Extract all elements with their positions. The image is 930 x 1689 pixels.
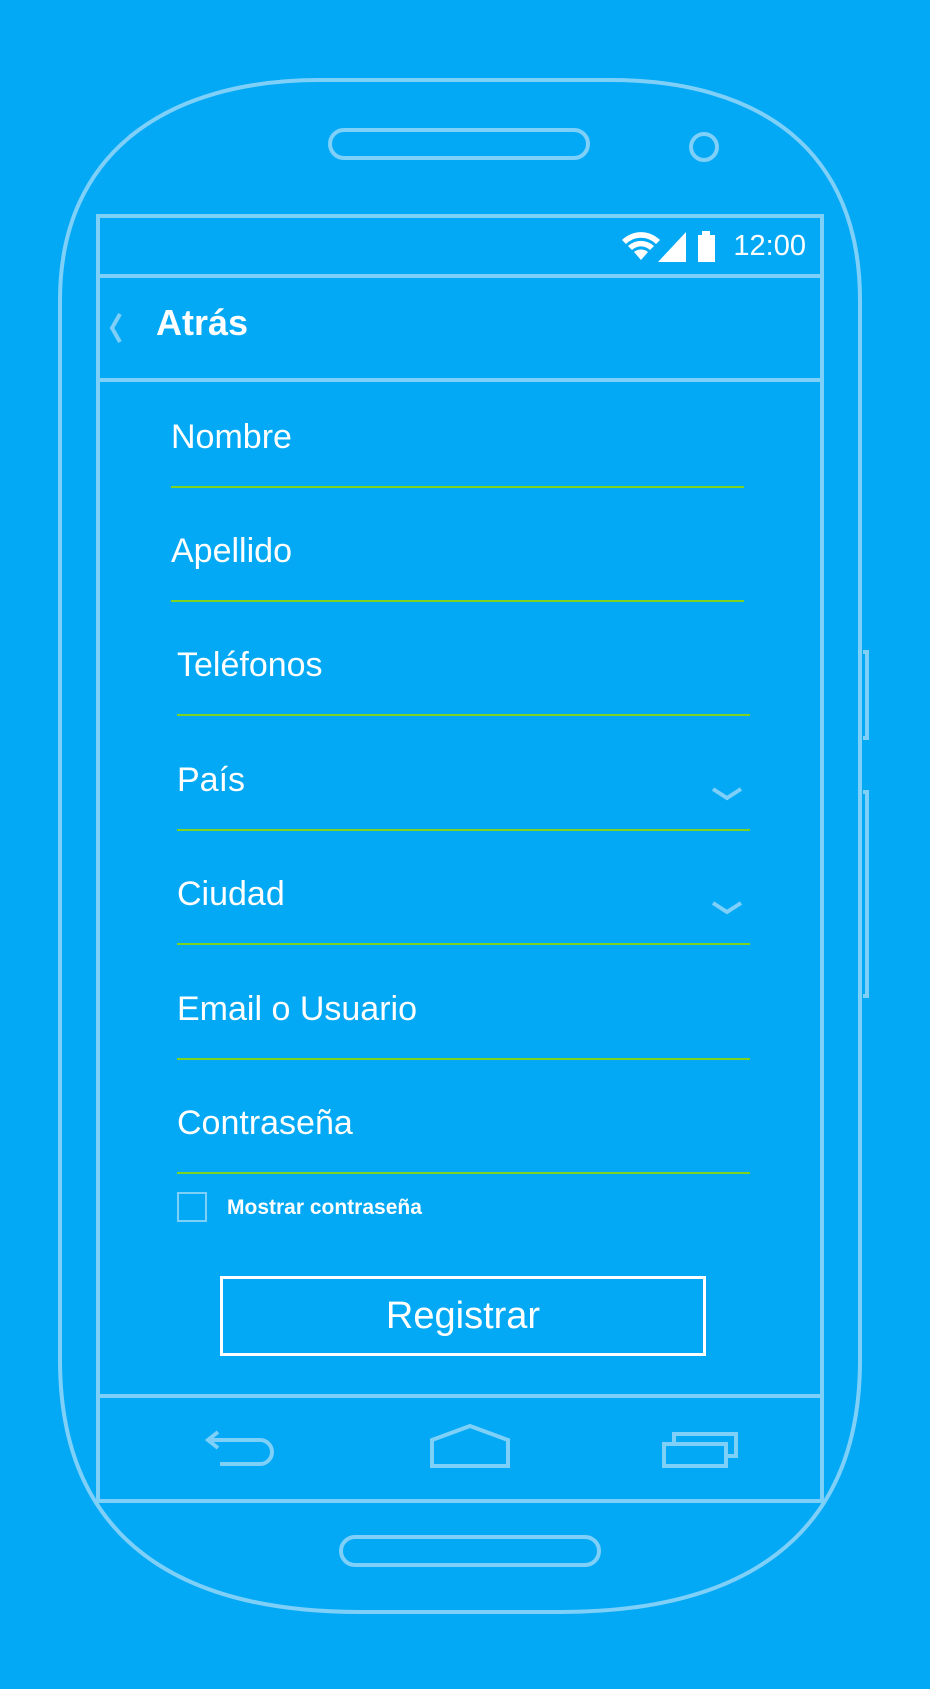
status-bar: 12:00 — [98, 216, 822, 276]
status-time: 12:00 — [733, 230, 806, 262]
email-username-label: Email o Usuario — [177, 990, 417, 1028]
field-underline — [177, 1058, 750, 1060]
wifi-icon — [622, 232, 660, 260]
back-arrow-icon[interactable] — [202, 1418, 278, 1478]
phone-field[interactable]: Teléfonos — [177, 646, 750, 716]
field-underline — [177, 943, 750, 945]
field-underline — [177, 829, 750, 831]
phone-label: Teléfonos — [177, 646, 323, 684]
city-select[interactable]: Ciudad — [177, 875, 750, 945]
show-password-checkbox[interactable] — [177, 1192, 207, 1222]
field-underline — [171, 600, 744, 602]
chevron-down-icon — [711, 787, 743, 801]
nav-bar — [98, 1396, 822, 1500]
email-username-field[interactable]: Email o Usuario — [177, 990, 750, 1060]
field-underline — [171, 486, 744, 488]
register-button[interactable]: Registrar — [220, 1276, 706, 1356]
first-name-label: Nombre — [171, 418, 292, 456]
back-button[interactable]: Atrás — [156, 302, 248, 344]
status-icons — [622, 231, 715, 262]
first-name-field[interactable]: Nombre — [171, 418, 744, 488]
field-underline — [177, 1172, 750, 1174]
password-field[interactable]: Contraseña — [177, 1104, 750, 1174]
home-icon[interactable] — [428, 1418, 512, 1478]
password-label: Contraseña — [177, 1104, 353, 1142]
last-name-label: Apellido — [171, 532, 292, 570]
signal-icon — [658, 232, 686, 262]
recent-apps-icon[interactable] — [660, 1418, 740, 1478]
field-underline — [177, 714, 750, 716]
screen: 12:00 Atrás Nombre Apellido Teléfonos Pa… — [98, 216, 822, 1501]
battery-icon — [698, 231, 715, 262]
country-select[interactable]: País — [177, 761, 750, 831]
chevron-down-icon — [711, 901, 743, 915]
last-name-field[interactable]: Apellido — [171, 532, 744, 602]
show-password-label: Mostrar contraseña — [227, 1196, 422, 1219]
country-label: País — [177, 761, 246, 799]
app-bar: Atrás — [98, 276, 822, 380]
city-label: Ciudad — [177, 875, 285, 913]
chevron-left-icon[interactable] — [104, 306, 128, 350]
